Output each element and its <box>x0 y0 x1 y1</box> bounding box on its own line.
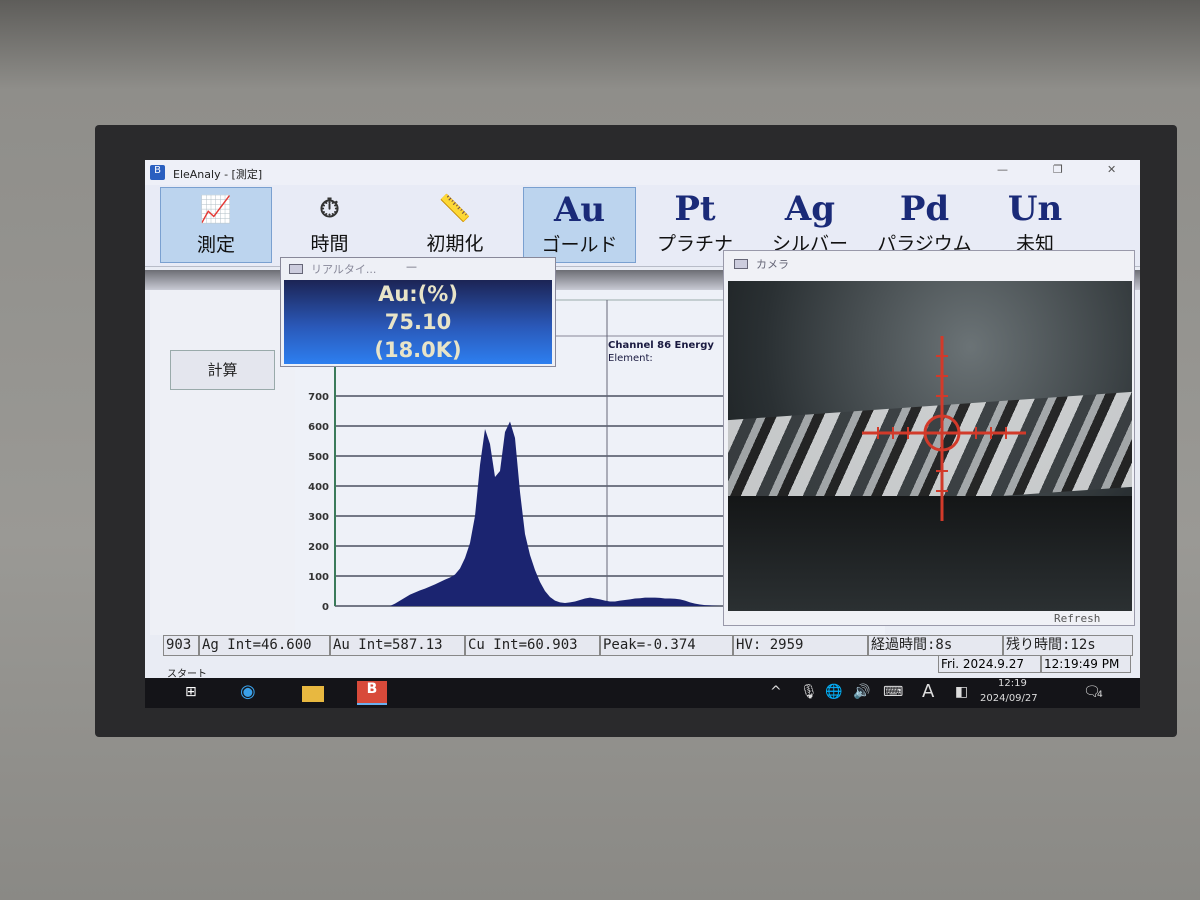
stopwatch-icon: ⏱ <box>319 194 340 224</box>
peak-value: Peak=-0.374 <box>600 635 733 656</box>
window-icon <box>734 259 748 269</box>
window-icon <box>289 264 303 274</box>
y-tick-label: 400 <box>308 482 329 493</box>
chart-icon: 📈 <box>199 195 233 225</box>
initialize-button[interactable]: 📏 初期化 <box>400 187 510 263</box>
realtime-window[interactable]: リアルタイ... — Au:(%) 75.10 (18.0K) <box>280 257 556 367</box>
y-tick-label: 600 <box>308 422 329 433</box>
notification-count: 4 <box>1097 690 1103 700</box>
realtime-title: リアルタイ... <box>311 263 377 276</box>
element-label: Element: <box>608 353 653 364</box>
crosshair-icon <box>862 336 1026 521</box>
result-element: Au:(%) <box>378 282 458 306</box>
camera-title: カメラ <box>756 258 789 271</box>
camera-window[interactable]: カメラ Refresh <box>723 250 1135 626</box>
screen: B EleAnaly - [測定] — ❐ ✕ 📈 測定 ⏱ 時間 📏 初期化 … <box>145 160 1140 708</box>
status-field: 903 <box>163 635 199 656</box>
restore-button[interactable]: ❐ <box>1053 163 1063 176</box>
ime-indicator[interactable]: A <box>922 681 934 702</box>
minimize-button[interactable]: — <box>406 260 417 273</box>
y-tick-label: 200 <box>308 542 329 553</box>
windows-start-icon[interactable]: ⊞ <box>185 684 197 700</box>
microphone-icon[interactable]: 🎙 <box>800 684 818 700</box>
ruler-icon: 📏 <box>438 194 472 224</box>
file-explorer-icon[interactable] <box>302 686 324 702</box>
y-tick-label: 700 <box>308 392 329 403</box>
taskbar: ⊞ ◉ B ^ 🎙 🌐 🔊 ⌨ A ◧ 12:19 2024/09/27 🗨 4 <box>145 678 1140 708</box>
result-percent: 75.10 <box>384 310 452 334</box>
calculate-button[interactable]: 計算 <box>170 350 275 390</box>
eleanaly-app-icon[interactable]: B <box>357 681 387 705</box>
clock-date[interactable]: 2024/09/27 <box>980 693 1038 704</box>
elapsed-time: 経過時間:8s <box>868 635 1003 656</box>
y-tick-label: 0 <box>322 602 329 613</box>
channel-label: Channel 86 Energy <box>608 340 714 351</box>
chevron-up-icon[interactable]: ^ <box>770 684 782 700</box>
ime-pad-icon[interactable]: ◧ <box>955 684 968 700</box>
date-display: Fri. 2024.9.27 <box>938 655 1041 673</box>
clock-time[interactable]: 12:19 <box>998 678 1027 689</box>
keyboard-icon[interactable]: ⌨ <box>883 684 903 700</box>
minimize-button[interactable]: — <box>997 163 1008 176</box>
network-icon[interactable]: 🌐 <box>825 684 842 700</box>
time-display: 12:19:49 PM <box>1041 655 1131 673</box>
remaining-time: 残り時間:12s <box>1003 635 1133 656</box>
camera-feed <box>728 281 1132 611</box>
volume-icon[interactable]: 🔊 <box>853 684 870 700</box>
result-karat: (18.0K) <box>374 338 462 362</box>
cu-intensity: Cu Int=60.903 <box>465 635 600 656</box>
title-bar: B EleAnaly - [測定] — ❐ ✕ <box>145 160 1140 185</box>
y-tick-label: 300 <box>308 512 329 523</box>
y-tick-label: 500 <box>308 452 329 463</box>
status-bar: 903 Ag Int=46.600 Au Int=587.13 Cu Int=6… <box>163 635 1140 657</box>
refresh-button[interactable]: Refresh <box>1054 612 1100 625</box>
ag-intensity: Ag Int=46.600 <box>199 635 330 656</box>
au-intensity: Au Int=587.13 <box>330 635 465 656</box>
hv-value: HV: 2959 <box>733 635 868 656</box>
close-button[interactable]: ✕ <box>1107 163 1116 176</box>
window-title: EleAnaly - [測定] <box>173 168 263 181</box>
element-au-button[interactable]: Au ゴールド <box>523 187 636 263</box>
edge-browser-icon[interactable]: ◉ <box>240 681 256 702</box>
realtime-result: Au:(%) 75.10 (18.0K) <box>284 280 552 364</box>
app-icon: B <box>150 165 165 180</box>
measure-button[interactable]: 📈 測定 <box>160 187 272 263</box>
y-tick-label: 100 <box>308 572 329 583</box>
time-button[interactable]: ⏱ 時間 <box>277 187 382 263</box>
